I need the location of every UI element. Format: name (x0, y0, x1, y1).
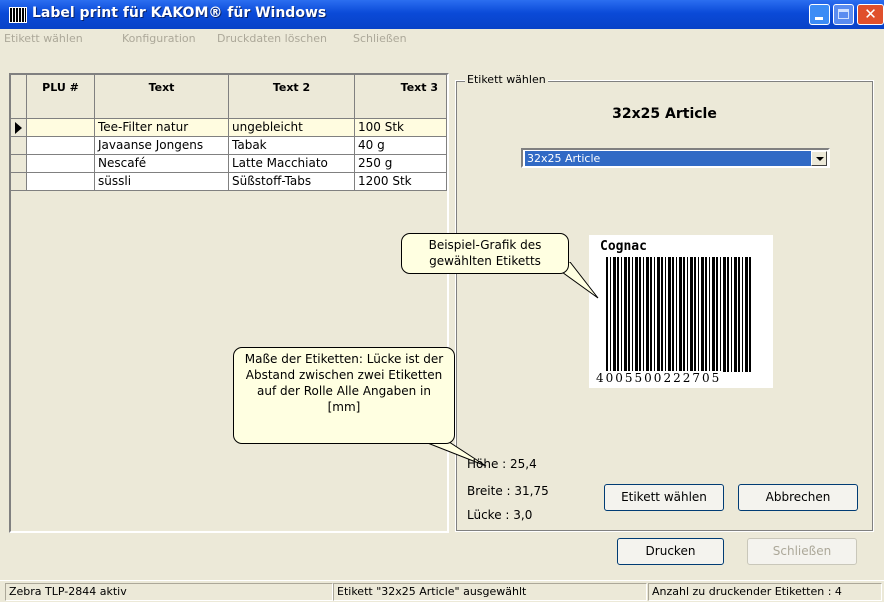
cell-text[interactable]: Tee-Filter natur (95, 119, 229, 137)
barcode-icon (606, 257, 752, 372)
dropdown-selected-value: 32x25 Article (525, 151, 811, 166)
column-header-plu[interactable]: PLU # (27, 75, 95, 119)
close-icon: ✕ (864, 5, 877, 23)
menu-konfiguration[interactable]: Konfiguration (122, 32, 196, 45)
column-header-text2[interactable]: Text 2 (229, 75, 355, 119)
cell-text2[interactable]: Latte Macchiato (229, 155, 355, 173)
table-body: PLU # Text Text 2 Text 3 Tee-Filter natu… (11, 75, 447, 531)
label-heading: 32x25 Article (612, 106, 717, 122)
current-row-arrow-icon (15, 122, 22, 134)
group-title: Etikett wählen (465, 73, 548, 86)
close-button[interactable]: Schließen (747, 538, 857, 565)
sizes-callout: Maße der Etiketten: Lücke ist der Abstan… (233, 347, 455, 444)
row-selector[interactable] (11, 137, 27, 155)
row-selector[interactable] (11, 173, 27, 191)
menu-bar: Etikett wählen Konfiguration Druckdaten … (0, 29, 884, 48)
cell-text[interactable]: Nescafé (95, 155, 229, 173)
close-window-button[interactable]: ✕ (857, 4, 884, 25)
menu-schliessen[interactable]: Schließen (353, 32, 407, 45)
label-format-dropdown[interactable]: 32x25 Article (521, 148, 830, 168)
maximize-icon (838, 9, 849, 19)
window-title: Label print für KAKOM® für Windows (32, 5, 327, 21)
cell-text[interactable]: Javaanse Jongens (95, 137, 229, 155)
gap-value: Lücke : 3,0 (467, 508, 533, 522)
menu-etikett-waehlen[interactable]: Etikett wählen (4, 32, 83, 45)
cell-text3[interactable]: 100 Stk (355, 119, 447, 137)
menu-druckdaten-loeschen[interactable]: Druckdaten löschen (217, 32, 327, 45)
cell-text2[interactable]: Tabak (229, 137, 355, 155)
status-label: Etikett "32x25 Article" ausgewählt (333, 583, 647, 601)
items-table[interactable]: PLU # Text Text 2 Text 3 Tee-Filter natu… (9, 73, 449, 533)
sizes-callout-text: Maße der Etiketten: Lücke ist der Abstan… (244, 352, 444, 414)
barcode-app-icon (9, 7, 27, 23)
title-bar: Label print für KAKOM® für Windows ✕ (0, 0, 884, 29)
row-header-corner (11, 75, 27, 119)
status-printer: Zebra TLP-2844 aktiv (5, 583, 333, 601)
cell-plu[interactable] (27, 119, 95, 137)
cell-text2[interactable]: Süßstoff-Tabs (229, 173, 355, 191)
status-count: Anzahl zu druckender Etiketten : 4 (648, 583, 882, 601)
cell-plu[interactable] (27, 137, 95, 155)
cell-plu[interactable] (27, 155, 95, 173)
maximize-button[interactable] (833, 4, 854, 25)
barcode-number: 4005500222705 (596, 371, 722, 385)
preview-callout-text: Beispiel-Grafik des gewählten Etiketts (428, 238, 542, 268)
row-selector[interactable] (11, 119, 27, 137)
status-bar: Zebra TLP-2844 aktiv Etikett "32x25 Arti… (0, 580, 884, 602)
cell-text3[interactable]: 1200 Stk (355, 173, 447, 191)
column-header-text[interactable]: Text (95, 75, 229, 119)
minimize-icon (815, 17, 823, 20)
print-button[interactable]: Drucken (617, 538, 724, 565)
cell-plu[interactable] (27, 173, 95, 191)
preview-callout: Beispiel-Grafik des gewählten Etiketts (401, 233, 569, 274)
column-header-text3[interactable]: Text 3 (355, 75, 447, 119)
preview-title: Cognac (600, 239, 647, 254)
label-preview-image: Cognac 4005500222705 (589, 235, 773, 388)
cell-text[interactable]: süssli (95, 173, 229, 191)
cell-text3[interactable]: 40 g (355, 137, 447, 155)
dropdown-button[interactable] (811, 151, 827, 166)
cell-text3[interactable]: 250 g (355, 155, 447, 173)
select-label-button[interactable]: Etikett wählen (604, 484, 724, 511)
cell-text2[interactable]: ungebleicht (229, 119, 355, 137)
minimize-button[interactable] (809, 4, 830, 25)
cancel-button[interactable]: Abbrechen (738, 484, 858, 511)
height-value: Höhe : 25,4 (467, 457, 537, 471)
row-selector[interactable] (11, 155, 27, 173)
chevron-down-icon (816, 157, 824, 161)
width-value: Breite : 31,75 (467, 484, 549, 498)
